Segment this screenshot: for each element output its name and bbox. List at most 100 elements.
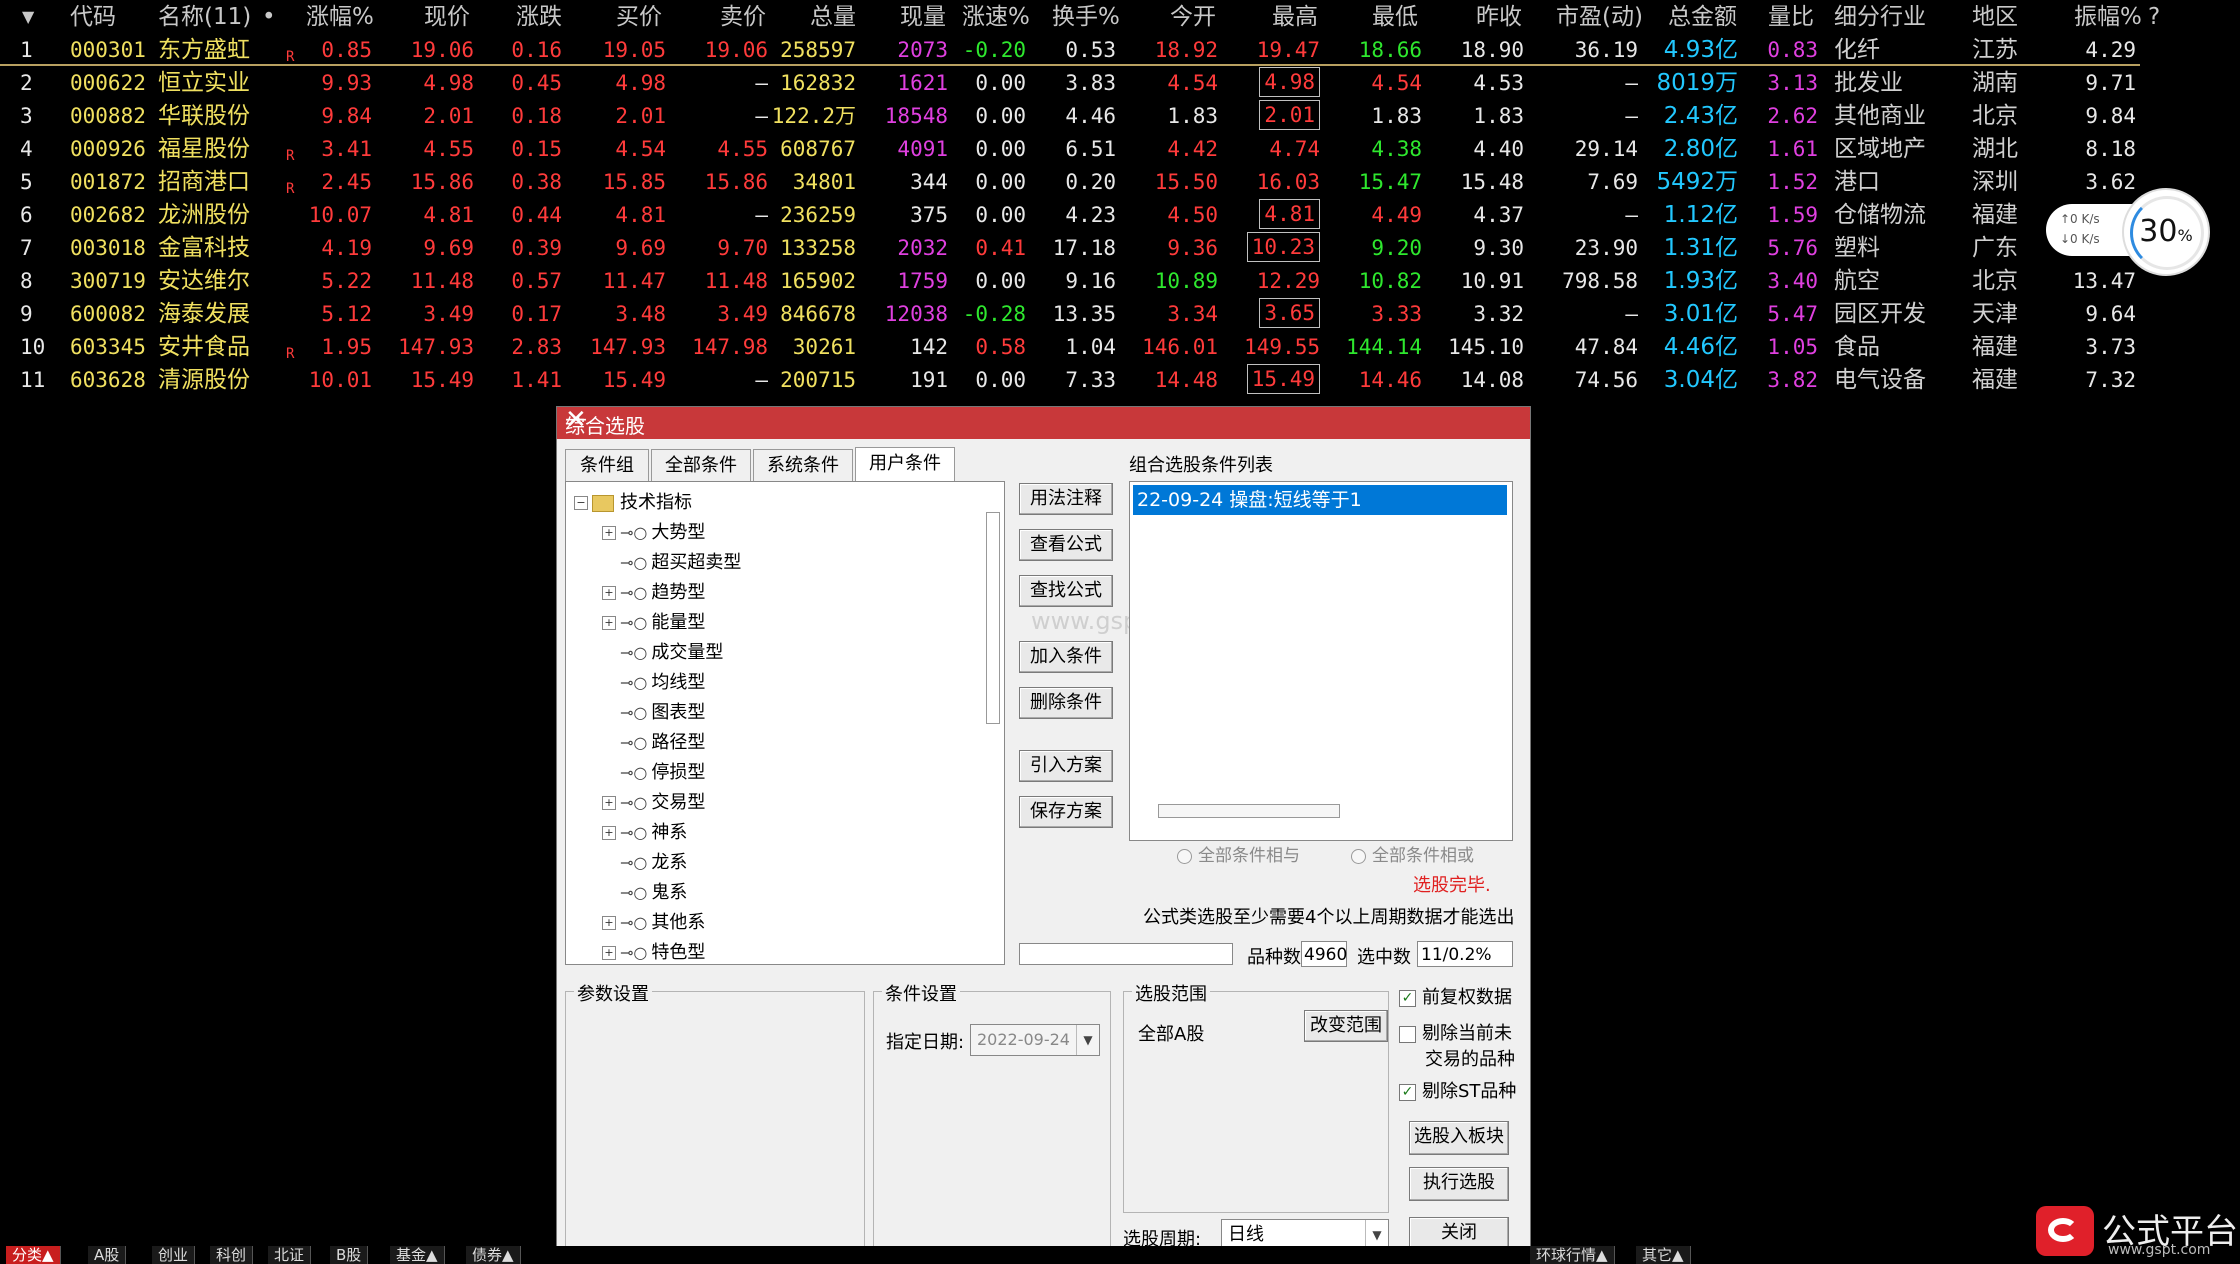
tab-system-conditions[interactable]: 系统条件 — [753, 449, 853, 481]
column-header-chg[interactable]: 涨跌 — [516, 2, 562, 32]
tree-node[interactable]: ⊸○ 成交量型 — [602, 638, 723, 664]
collapse-icon[interactable]: − — [574, 496, 588, 510]
exclude-st-checkbox[interactable]: ✓ 剔除ST品种 — [1399, 1079, 1516, 1105]
change-range-button[interactable]: 改变范围 — [1304, 1010, 1388, 1042]
bottom-tab-right[interactable]: 其它▲ — [1636, 1246, 1691, 1264]
column-header-dot[interactable]: • — [262, 2, 276, 32]
expand-icon[interactable]: + — [602, 796, 616, 810]
column-header-amount[interactable]: 总金额 — [1668, 2, 1737, 32]
tree-node[interactable]: + ⊸○ 特色型 — [602, 938, 705, 964]
column-header-vol[interactable]: 总量 — [810, 2, 856, 32]
condition-list-scrollbar[interactable] — [1158, 804, 1340, 818]
column-header-open[interactable]: 今开 — [1170, 2, 1216, 32]
table-row[interactable]: 7 003018 金富科技 4.19 9.69 0.39 9.69 9.70 133258 203… — [0, 231, 2240, 264]
bottom-tab[interactable]: 分类▲ — [6, 1246, 61, 1264]
untraded-checkbox[interactable]: 剔除当前未 — [1399, 1021, 1512, 1047]
table-row[interactable]: 3 000882 华联股份 9.84 2.01 0.18 2.01–122.2万 18548 0… — [0, 99, 2240, 132]
dialog-titlebar[interactable]: 综合选股 — ✕ — [557, 405, 1530, 439]
column-header-high[interactable]: 最高 — [1272, 2, 1318, 32]
expand-icon[interactable]: + — [602, 586, 616, 600]
add-condition-button[interactable]: 加入条件 — [1019, 641, 1113, 673]
view-formula-button[interactable]: 查看公式 — [1019, 529, 1113, 561]
expand-icon[interactable]: + — [602, 526, 616, 540]
condition-list[interactable]: 22-09-24 操盘:短线等于1 — [1129, 481, 1513, 841]
add-to-block-button[interactable]: 选股入板块 — [1409, 1121, 1509, 1155]
column-header-chg_pct[interactable]: 涨幅% — [306, 2, 374, 32]
tree-node[interactable]: + ⊸○ 趋势型 — [602, 578, 705, 604]
column-header-price[interactable]: 现价 — [424, 2, 470, 32]
usage-notes-button[interactable]: 用法注释 — [1019, 483, 1113, 515]
column-header-speed[interactable]: 涨速% — [962, 2, 1030, 32]
tree-node[interactable]: ⊸○ 路径型 — [602, 728, 705, 754]
tree-node[interactable]: ⊸○ 均线型 — [602, 668, 705, 694]
bottom-tab[interactable]: 债券▲ — [466, 1246, 521, 1264]
tree-node[interactable]: + ⊸○ 其他系 — [602, 908, 705, 934]
column-header-amplitude[interactable]: 振幅% — [2074, 2, 2142, 32]
column-header-code[interactable]: 代码 — [70, 2, 116, 32]
tree-node[interactable]: + ⊸○ 能量型 — [602, 608, 705, 634]
close-icon[interactable]: ✕ — [565, 405, 1524, 435]
adjust-checkbox[interactable]: ✓ 前复权数据 — [1399, 985, 1512, 1011]
expand-icon[interactable]: + — [602, 946, 616, 960]
tree-node[interactable]: ⊸○ 停损型 — [602, 758, 705, 784]
tab-condition-group[interactable]: 条件组 — [565, 449, 649, 481]
column-header-help[interactable]: ? — [2148, 2, 2160, 32]
tree-node[interactable]: + ⊸○ 神系 — [602, 818, 687, 844]
expand-icon[interactable]: + — [602, 826, 616, 840]
column-header-low[interactable]: 最低 — [1372, 2, 1418, 32]
execute-button[interactable]: 执行选股 — [1409, 1167, 1509, 1201]
table-row[interactable]: 2 000622 恒立实业 9.93 4.98 0.45 4.98–162832 1621 0.… — [0, 66, 2240, 99]
table-row[interactable]: 5 001872 招商港口 R 2.45 15.86 0.38 15.85 15.86 34801… — [0, 165, 2240, 198]
column-header-name[interactable]: 名称(11) — [158, 2, 251, 32]
table-row[interactable]: 1 000301 东方盛虹 R 0.85 19.06 0.16 19.05 19.06 25859… — [0, 33, 2240, 66]
column-header-region[interactable]: 地区 — [1972, 2, 2018, 32]
indicator-tree[interactable]: − 技术指标 + ⊸○ 大势型 ⊸○ 超买超卖型 + ⊸○ 趋势型 + ⊸○ 能量型 ⊸○ 成交量型 ⊸○ 均… — [565, 481, 1005, 965]
tree-node[interactable]: ⊸○ 超买超卖型 — [602, 548, 741, 574]
column-header-turnover[interactable]: 换手% — [1052, 2, 1120, 32]
cpu-usage-widget[interactable]: 30% — [2124, 190, 2208, 274]
column-header-ask[interactable]: 卖价 — [720, 2, 766, 32]
find-formula-button[interactable]: 查找公式 — [1019, 575, 1113, 607]
expand-icon[interactable]: + — [602, 616, 616, 630]
table-row[interactable]: 8 300719 安达维尔 5.22 11.48 0.57 11.47 11.48 165902… — [0, 264, 2240, 297]
radio-or[interactable]: 全部条件相或 — [1351, 841, 1474, 866]
tab-user-conditions[interactable]: 用户条件 — [855, 447, 955, 481]
column-header-bid[interactable]: 买价 — [616, 2, 662, 32]
tree-root[interactable]: − 技术指标 — [574, 488, 692, 514]
sort-dropdown-icon[interactable]: ▼ — [22, 2, 34, 32]
cell-pe: 798.58 — [1562, 269, 1638, 293]
save-plan-button[interactable]: 保存方案 — [1019, 796, 1113, 828]
delete-condition-button[interactable]: 删除条件 — [1019, 687, 1113, 719]
tree-node[interactable]: ⊸○ 图表型 — [602, 698, 705, 724]
bottom-tab[interactable]: 基金▲ — [390, 1246, 445, 1264]
import-plan-button[interactable]: 引入方案 — [1019, 750, 1113, 782]
table-row[interactable]: 9 600082 海泰发展 5.12 3.49 0.17 3.48 3.49 846678 120… — [0, 297, 2240, 330]
table-row[interactable]: 11 603628 清源股份 10.01 15.49 1.41 15.49 –200715 19… — [0, 363, 2240, 396]
net-speed-widget[interactable]: ↑0 K/s ↓0 K/s — [2046, 204, 2136, 256]
condition-list-item[interactable]: 22-09-24 操盘:短线等于1 — [1133, 485, 1507, 515]
tree-node[interactable]: + ⊸○ 大势型 — [602, 518, 705, 544]
column-header-vol_ratio[interactable]: 量比 — [1768, 2, 1814, 32]
bottom-tab[interactable]: 北证 — [268, 1246, 312, 1264]
tab-all-conditions[interactable]: 全部条件 — [651, 449, 751, 481]
tree-node[interactable]: ⊸○ 鬼系 — [602, 878, 687, 904]
tree-node[interactable]: + ⊸○ 交易型 — [602, 788, 705, 814]
radio-and[interactable]: 全部条件相与 — [1177, 841, 1300, 866]
bottom-tab-right[interactable]: 环球行情▲ — [1530, 1246, 1615, 1264]
column-header-industry[interactable]: 细分行业 — [1834, 2, 1926, 32]
bottom-tab[interactable]: A股 — [88, 1246, 127, 1264]
column-header-pe[interactable]: 市盈(动) — [1556, 2, 1643, 32]
bottom-tab[interactable]: B股 — [330, 1246, 369, 1264]
date-picker[interactable]: 2022-09-24 ▼ — [970, 1024, 1100, 1056]
table-row[interactable]: 6 002682 龙洲股份 10.07 4.81 0.44 4.81–236259 375 0.… — [0, 198, 2240, 231]
table-row[interactable]: 10 603345 安井食品 R 1.95 147.93 2.83 147.93 147.98 3… — [0, 330, 2240, 363]
column-header-cur_vol[interactable]: 现量 — [900, 2, 946, 32]
tree-node[interactable]: ⊸○ 龙系 — [602, 848, 687, 874]
column-header-prev[interactable]: 昨收 — [1476, 2, 1522, 32]
chevron-down-icon[interactable]: ▼ — [1076, 1025, 1099, 1055]
expand-icon[interactable]: + — [602, 916, 616, 930]
table-row[interactable]: 4 000926 福星股份 R 3.41 4.55 0.15 4.54 4.55 608767 40… — [0, 132, 2240, 165]
tree-scrollbar[interactable] — [986, 512, 1000, 724]
bottom-tab[interactable]: 科创 — [210, 1246, 254, 1264]
bottom-tab[interactable]: 创业 — [152, 1246, 196, 1264]
